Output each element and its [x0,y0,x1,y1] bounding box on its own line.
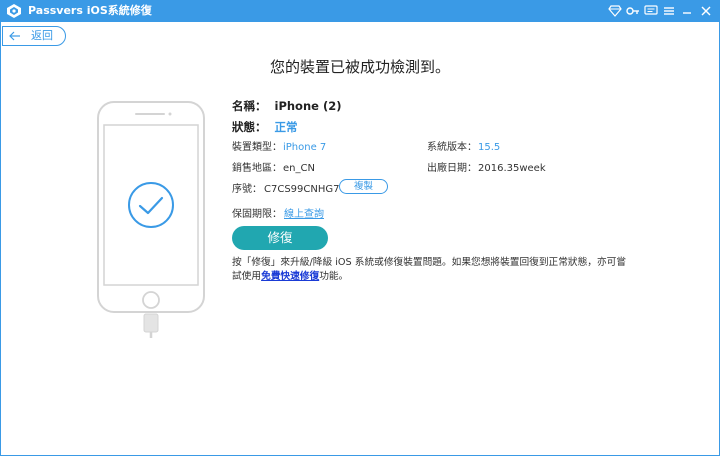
minimize-icon[interactable] [679,3,695,19]
warranty-row: 保固期限： [232,205,282,222]
note-suffix: 功能。 [319,271,349,282]
title-bar: Passvers iOS系統修復 [0,0,720,22]
release-date-value: 2016.35week [478,163,546,174]
name-value: iPhone (2) [274,99,342,113]
status-row: 狀態： 正常 [232,119,298,134]
system-version-value: 15.5 [478,142,501,153]
release-date-row: 出廠日期： [427,159,477,176]
status-label: 狀態： [232,120,267,134]
serial-label: 序號： [232,184,262,195]
close-icon[interactable] [698,3,714,19]
sales-region-value: en_CN [283,163,315,174]
diamond-icon[interactable] [607,3,623,19]
name-row: 名稱： iPhone (2) [232,98,341,113]
serial-row: 序號： C7CS99CNHG74 [232,180,346,197]
system-version-row: 系統版本： [427,138,477,155]
app-logo-icon [7,4,21,18]
warranty-online-link[interactable]: 線上查詢 [284,209,324,220]
copy-button[interactable]: 複製 [339,179,388,194]
system-version-label: 系統版本： [427,142,477,153]
release-date-value-wrap: 2016.35week [478,159,546,176]
feedback-icon[interactable] [643,3,659,19]
app-title: Passvers iOS系統修復 [28,4,152,17]
sales-region-label: 銷售地區： [232,163,282,174]
iphone-illustration [97,101,205,338]
free-quick-repair-link[interactable]: 免費快速修復 [261,271,319,282]
device-type-value-wrap: iPhone 7 [283,138,326,155]
sales-region-row: 銷售地區： [232,159,282,176]
menu-icon[interactable] [661,3,677,19]
page-title: 您的裝置已被成功檢測到。 [269,58,450,76]
warranty-link-wrap: 線上查詢 [284,205,324,222]
system-version-value-wrap: 15.5 [478,138,500,155]
sales-region-value-wrap: en_CN [283,159,315,176]
release-date-label: 出廠日期： [427,163,477,174]
device-type-value: iPhone 7 [283,142,327,153]
serial-value: C7CS99CNHG74 [264,184,346,195]
warranty-label: 保固期限： [232,209,282,220]
back-button[interactable]: 返回 [2,26,66,46]
status-value: 正常 [274,120,298,134]
repair-note: 按「修復」來升級/降級 iOS 系統或修復裝置問題。如果您想將裝置回復到正常狀態… [232,256,632,284]
name-label: 名稱： [232,99,267,113]
back-arrow-icon [9,31,20,41]
repair-button[interactable]: 修復 [232,226,328,250]
device-type-label: 裝置類型： [232,142,282,153]
key-icon[interactable] [625,3,641,19]
back-label: 返回 [31,29,53,42]
device-type-row: 裝置類型： [232,138,282,155]
